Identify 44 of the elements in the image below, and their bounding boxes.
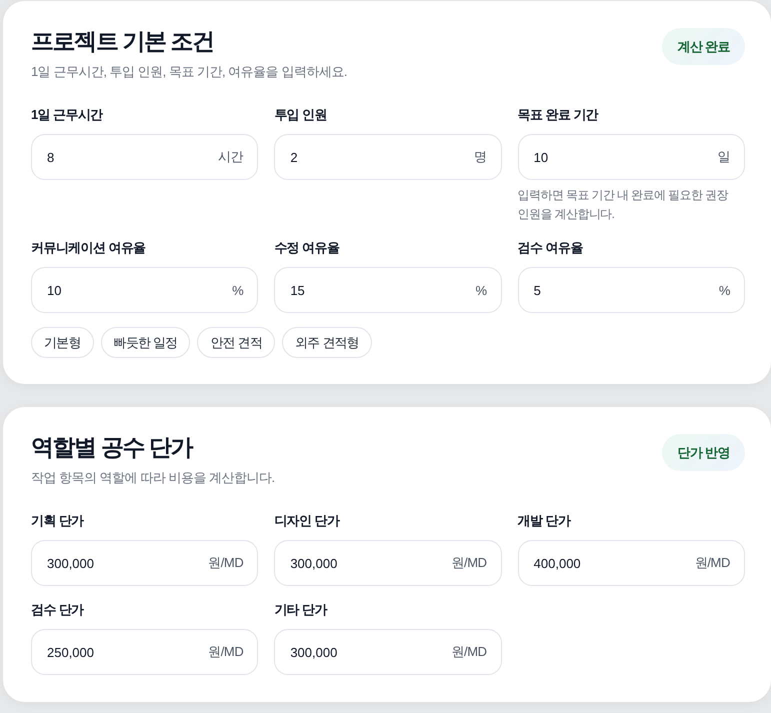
input-field[interactable]: 300,000 원/MD: [274, 629, 502, 675]
unit-label: 원/MD: [451, 643, 487, 661]
input-field[interactable]: 5 %: [518, 267, 745, 313]
status-badge: 단가 반영: [662, 434, 745, 471]
unit-label: %: [232, 282, 244, 298]
preset-button[interactable]: 안전 견적: [197, 327, 276, 358]
preset-button[interactable]: 빠듯한 일정: [100, 327, 190, 358]
field-label: 개발 단가: [518, 512, 570, 530]
preset-button[interactable]: 외주 견적형: [282, 327, 372, 358]
section-title: 프로젝트 기본 조건: [31, 27, 214, 56]
field-label: 기타 단가: [274, 601, 327, 619]
unit-label: 명: [474, 148, 487, 166]
field-label: 기획 단가: [31, 512, 84, 530]
input-field[interactable]: 400,000 원/MD: [518, 540, 745, 586]
unit-label: 원/MD: [208, 643, 244, 661]
unit-label: 시간: [218, 148, 244, 166]
section-description: 작업 항목의 역할에 따라 비용을 계산합니다.: [31, 469, 275, 487]
helper-text: 입력하면 목표 기간 내 완료에 필요한 권장 인원을 계산합니다.: [518, 187, 730, 223]
input-field[interactable]: 8 시간: [31, 134, 258, 180]
unit-label: 일: [717, 148, 730, 166]
input-field[interactable]: 2 명: [274, 134, 502, 180]
input-field[interactable]: 300,000 원/MD: [274, 540, 502, 586]
field-label: 1일 근무시간: [31, 106, 103, 124]
section-title: 역할별 공수 단가: [31, 433, 192, 462]
field-label: 수정 여유율: [274, 239, 340, 257]
field-label: 커뮤니케이션 여유율: [31, 239, 146, 257]
input-field[interactable]: 250,000 원/MD: [31, 629, 258, 675]
unit-label: 원/MD: [208, 554, 244, 572]
field-label: 디자인 단가: [274, 512, 340, 530]
field-label: 검수 단가: [31, 601, 84, 619]
field-label: 투입 인원: [274, 106, 327, 124]
section-description: 1일 근무시간, 투입 인원, 목표 기간, 여유율을 입력하세요.: [31, 63, 347, 81]
field-label: 검수 여유율: [518, 239, 583, 257]
unit-label: %: [718, 282, 730, 298]
unit-label: 원/MD: [694, 554, 730, 572]
unit-label: 원/MD: [451, 554, 487, 572]
status-badge: 계산 완료: [662, 28, 745, 65]
field-label: 목표 완료 기간: [518, 106, 598, 124]
input-field[interactable]: 15 %: [274, 267, 502, 313]
input-field[interactable]: 10 일: [518, 134, 745, 180]
unit-label: %: [475, 282, 487, 298]
input-field[interactable]: 300,000 원/MD: [31, 540, 258, 586]
preset-button[interactable]: 기본형: [31, 327, 94, 358]
input-field[interactable]: 10 %: [31, 267, 258, 313]
